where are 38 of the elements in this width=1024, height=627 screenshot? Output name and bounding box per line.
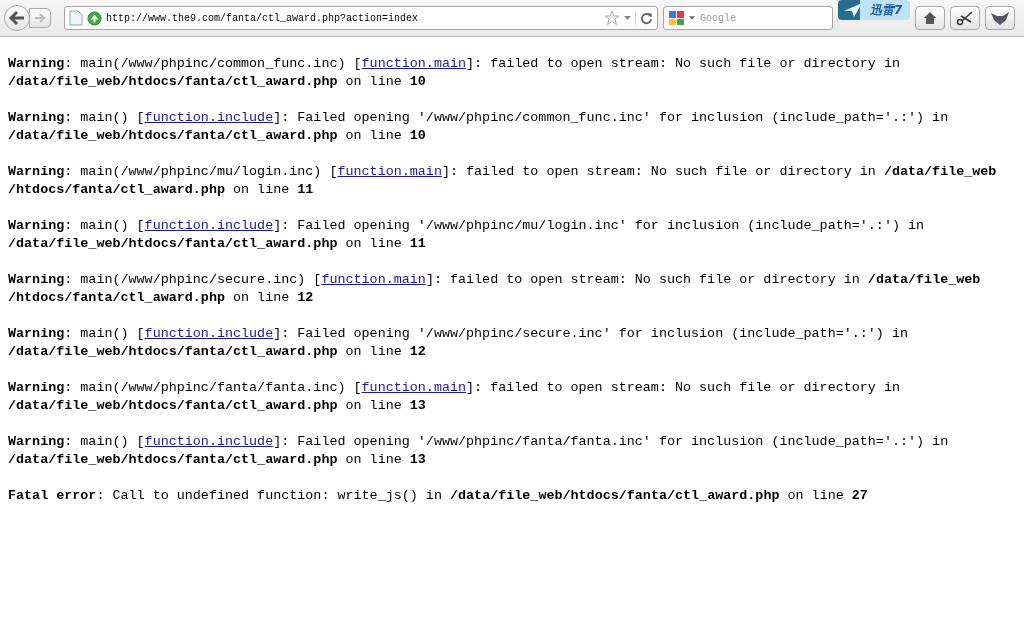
dropdown-icon[interactable]	[624, 16, 631, 20]
function-link[interactable]: function.main	[321, 272, 426, 287]
error-message: Warning: main() [function.include]: Failed opening '/www/phpinc/fanta/fanta.inc' for inclusion (include_path='.:') in /data/file_web/htdocs/fanta/ctl_award.php on line 13	[8, 433, 950, 469]
search-engine-icon	[668, 10, 686, 26]
globe-icon	[87, 10, 102, 26]
address-bar[interactable]: http://www.the9.com/fanta/ctl_award.php?action=index	[64, 6, 658, 30]
reload-icon[interactable]	[635, 11, 653, 25]
search-box[interactable]: Google	[663, 6, 833, 30]
star-icon[interactable]	[604, 10, 620, 26]
forward-arrow-icon	[35, 13, 45, 23]
url-text: http://www.the9.com/fanta/ctl_award.php?action=index	[106, 12, 420, 24]
page-icon	[69, 10, 83, 26]
search-field[interactable]: Google	[698, 11, 802, 25]
error-message: Fatal error: Call to undefined function: write_js() in /data/file_web/htdocs/fanta/ctl_award.php on line 27	[8, 487, 869, 505]
error-message: Warning: main() [function.include]: Failed opening '/www/phpinc/mu/login.inc' for inclusion (include_path='.:') in /data/file_web/htdocs/fanta/ctl_award.php on line 11	[8, 217, 926, 253]
home-button[interactable]	[915, 6, 946, 30]
error-message: Warning: main(/www/phpinc/secure.inc) [function.main]: failed to open stream: No such file or directory in /data/file_web /htdocs/fanta/ctl_award.php on line 12	[8, 271, 982, 307]
error-message: Warning: main() [function.include]: Failed opening '/www/phpinc/secure.inc' for inclusion (include_path='.:') in /data/file_web/htdocs/fanta/ctl_award.php on line 12	[8, 325, 909, 361]
dropdown-icon[interactable]	[689, 16, 695, 20]
function-link[interactable]: function.include	[144, 218, 274, 233]
function-link[interactable]: function.main	[361, 380, 467, 395]
function-link[interactable]: function.include	[144, 110, 274, 125]
home-icon	[923, 11, 938, 25]
badge-label: 迅雷7	[870, 1, 903, 19]
scissors-button[interactable]	[950, 6, 981, 30]
function-link[interactable]: function.include	[144, 434, 274, 449]
error-message: Warning: main(/www/phpinc/common_func.inc) [function.main]: failed to open stream: No such file or directory in /data/file_web/htdocs/fanta/ctl_award.php on line 10	[8, 55, 901, 91]
scissors-icon	[956, 10, 975, 26]
function-link[interactable]: function.main	[337, 164, 442, 179]
error-message: Warning: main(/www/phpinc/mu/login.inc) [function.main]: failed to open stream: No such file or directory in /data/file_web /htdocs/fanta/ctl_award.php on line 11	[8, 163, 998, 199]
back-arrow-icon	[9, 11, 25, 25]
error-message: Warning: main() [function.include]: Failed opening '/www/phpinc/common_func.inc' for inclusion (include_path='.:') in /data/file_web/htdocs/fanta/ctl_award.php on line 10	[8, 109, 950, 145]
function-link[interactable]: function.include	[144, 326, 274, 341]
download-badge[interactable]: 迅雷7	[838, 0, 911, 20]
fox-button[interactable]	[985, 6, 1016, 30]
function-link[interactable]: function.main	[361, 56, 467, 71]
error-message: Warning: main(/www/phpinc/fanta/fanta.inc) [function.main]: failed to open stream: No such file or directory in /data/file_web/htdocs/fanta/ctl_award.php on line 13	[8, 379, 901, 415]
back-button[interactable]	[4, 5, 30, 31]
